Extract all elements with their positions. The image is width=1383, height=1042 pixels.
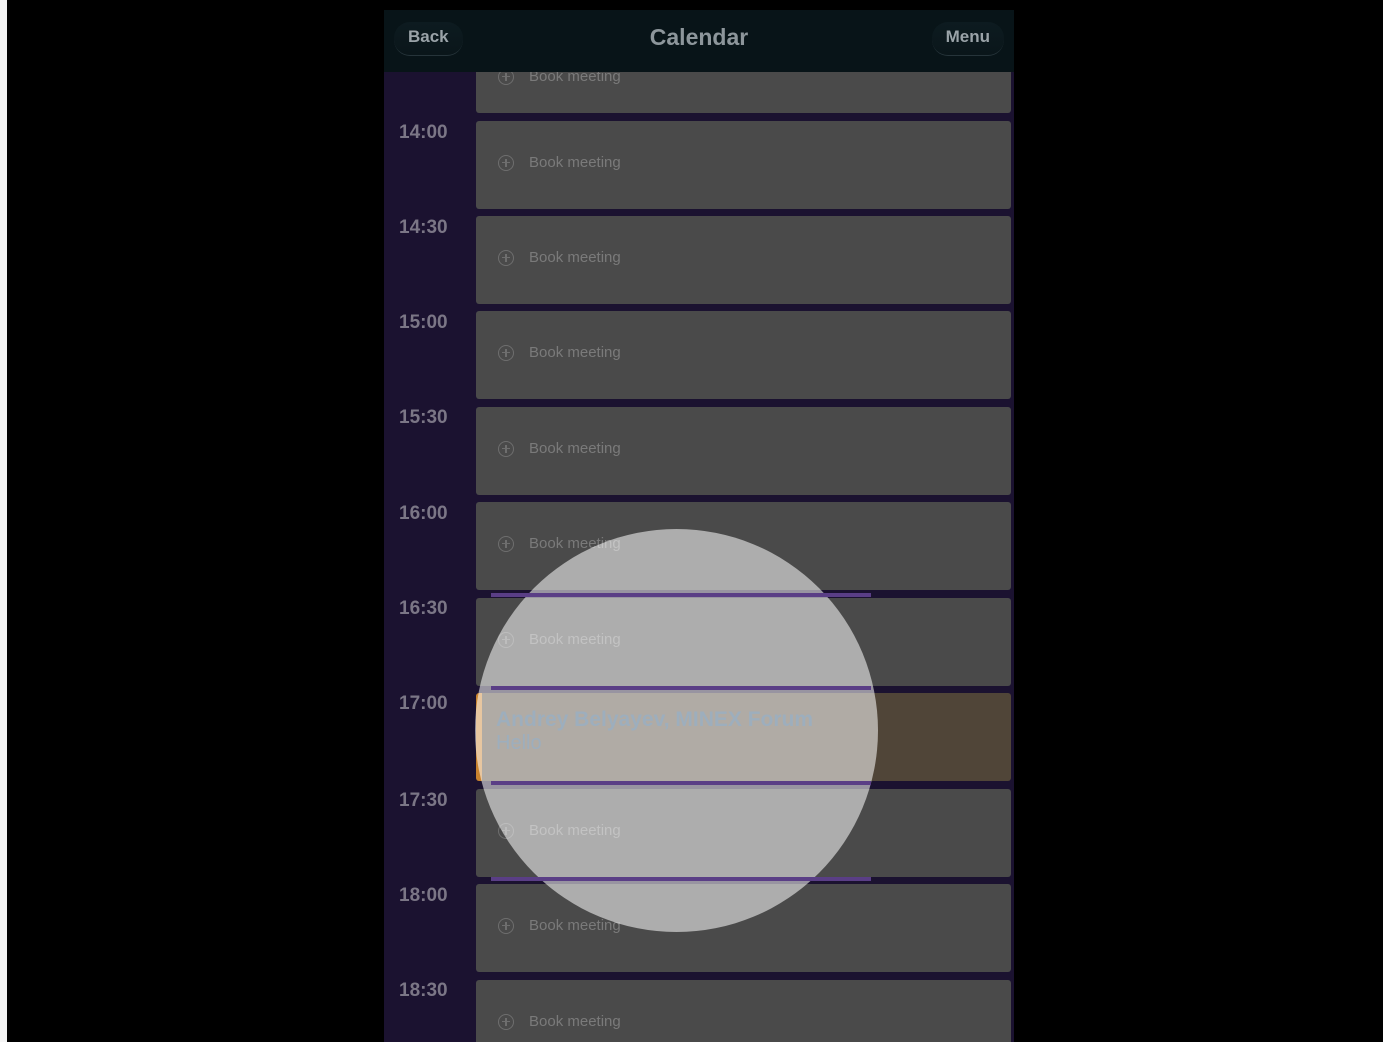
plus-circle-icon <box>498 822 514 839</box>
time-label: 17:00 <box>399 693 448 714</box>
time-label: 18:00 <box>399 885 448 906</box>
book-meeting-slot[interactable]: Book meeting <box>476 216 1011 304</box>
event-title: Andrey Belyayev, MINEX Forum <box>496 708 814 731</box>
event-subtitle: Hello <box>496 732 542 754</box>
book-meeting-slot[interactable]: Book meeting <box>476 789 1011 877</box>
slot-content: Book meeting <box>498 344 621 361</box>
slot-label: Book meeting <box>529 249 621 266</box>
page-title: Calendar <box>649 24 749 50</box>
slot-label: Book meeting <box>529 822 621 839</box>
time-column: 14:00 14:30 15:00 15:30 16:00 16:30 17:0… <box>384 10 474 1042</box>
plus-circle-icon <box>498 631 514 648</box>
menu-button[interactable]: Menu <box>931 22 1004 56</box>
time-label: 15:00 <box>399 312 448 333</box>
plus-circle-icon <box>498 154 514 171</box>
top-bar: Back Calendar Menu <box>384 10 1014 72</box>
book-meeting-slot[interactable]: Book meeting <box>476 311 1011 399</box>
book-meeting-slot[interactable]: Book meeting <box>476 121 1011 209</box>
time-label: 15:30 <box>399 407 448 428</box>
plus-circle-icon <box>498 344 514 361</box>
time-label: 18:30 <box>399 980 448 1001</box>
meeting-event[interactable]: Andrey Belyayev, MINEX Forum Hello <box>476 693 1011 781</box>
slot-content: Book meeting <box>498 822 621 839</box>
book-meeting-slot[interactable]: Book meeting <box>476 502 1011 590</box>
book-meeting-slot[interactable]: Book meeting <box>476 980 1011 1042</box>
slot-content: Book meeting <box>498 917 621 934</box>
plus-circle-icon <box>498 917 514 934</box>
plus-circle-icon <box>498 1013 514 1030</box>
slot-divider <box>491 877 871 881</box>
calendar-app: Back Calendar Menu 14:00 14:30 15:00 15:… <box>384 10 1014 1042</box>
book-meeting-slot[interactable]: Book meeting <box>476 598 1011 686</box>
slot-label: Book meeting <box>529 631 621 648</box>
slot-content: Book meeting <box>498 249 621 266</box>
slot-label: Book meeting <box>529 154 621 171</box>
slot-divider <box>491 593 871 597</box>
time-label: 16:30 <box>399 598 448 619</box>
slot-content: Book meeting <box>498 154 621 171</box>
slot-label: Book meeting <box>529 440 621 457</box>
slot-content: Book meeting <box>498 535 621 552</box>
slot-label: Book meeting <box>529 344 621 361</box>
book-meeting-slot[interactable]: Book meeting <box>476 884 1011 972</box>
time-label: 17:30 <box>399 790 448 811</box>
slot-label: Book meeting <box>529 535 621 552</box>
slot-label: Book meeting <box>529 917 621 934</box>
time-label: 16:00 <box>399 503 448 524</box>
slot-divider <box>491 781 871 785</box>
time-label: 14:30 <box>399 217 448 238</box>
book-meeting-slot[interactable]: Book meeting <box>476 407 1011 495</box>
time-label: 14:00 <box>399 122 448 143</box>
plus-circle-icon <box>498 535 514 552</box>
slot-content: Book meeting <box>498 1013 621 1030</box>
window-edge <box>0 0 7 1042</box>
slot-content: Book meeting <box>498 440 621 457</box>
slot-content: Book meeting <box>498 631 621 648</box>
plus-circle-icon <box>498 249 514 266</box>
slot-divider <box>491 686 871 690</box>
plus-circle-icon <box>498 440 514 457</box>
slot-label: Book meeting <box>529 1013 621 1030</box>
